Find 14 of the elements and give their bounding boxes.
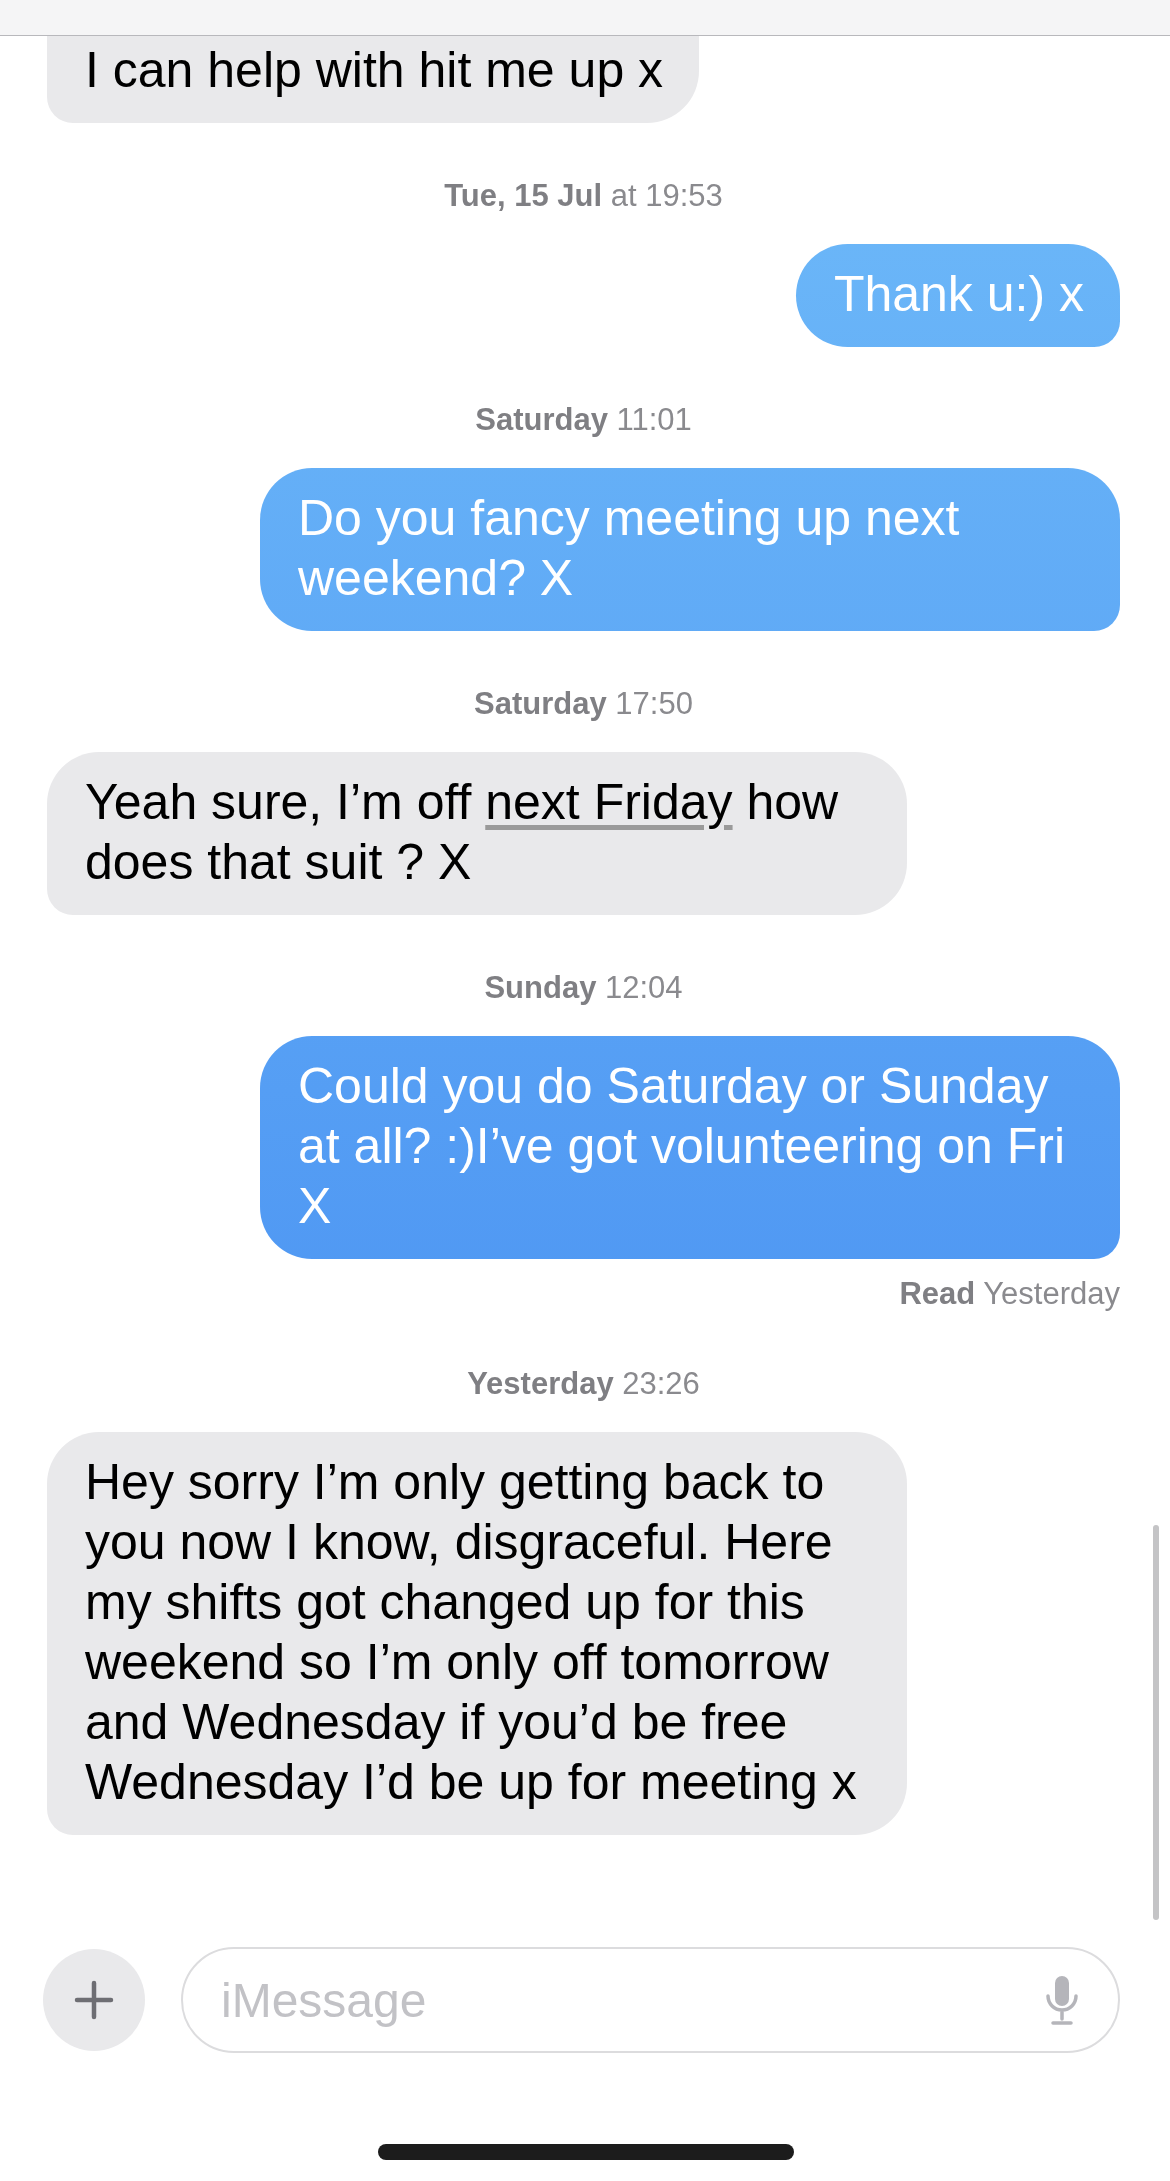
date-link[interactable]: next Friday	[485, 774, 733, 830]
sent-message: Thank u:) x	[795, 244, 1120, 347]
read-receipt: Read Yesterday	[899, 1277, 1120, 1311]
timestamp: Tue, 15 Jul at 19:53	[444, 177, 723, 215]
timestamp: Yesterday 23:26	[467, 1365, 700, 1403]
timestamp: Sunday 12:04	[484, 969, 683, 1007]
timestamp: Saturday 17:50	[474, 685, 693, 723]
received-message: Hey sorry I’m only getting back to you now I know, disgraceful. Here my shifts got changed up for this weekend so I’m only off tomorrow and Wednesday if you’d be free Wednesday I’d be up for meeting x	[47, 1432, 907, 1835]
received-message: Yeah sure, I’m off next Friday how does that suit ? X	[47, 752, 907, 915]
plus-icon	[74, 1980, 114, 2020]
message-field[interactable]: iMessage	[181, 1947, 1120, 2053]
timestamp: Saturday 11:01	[475, 401, 692, 439]
sent-message: Do you fancy meeting up next weekend? X	[260, 468, 1120, 631]
sent-message: Could you do Saturday or Sunday at all? :)I’ve got volunteering on Fri X	[260, 1036, 1120, 1259]
